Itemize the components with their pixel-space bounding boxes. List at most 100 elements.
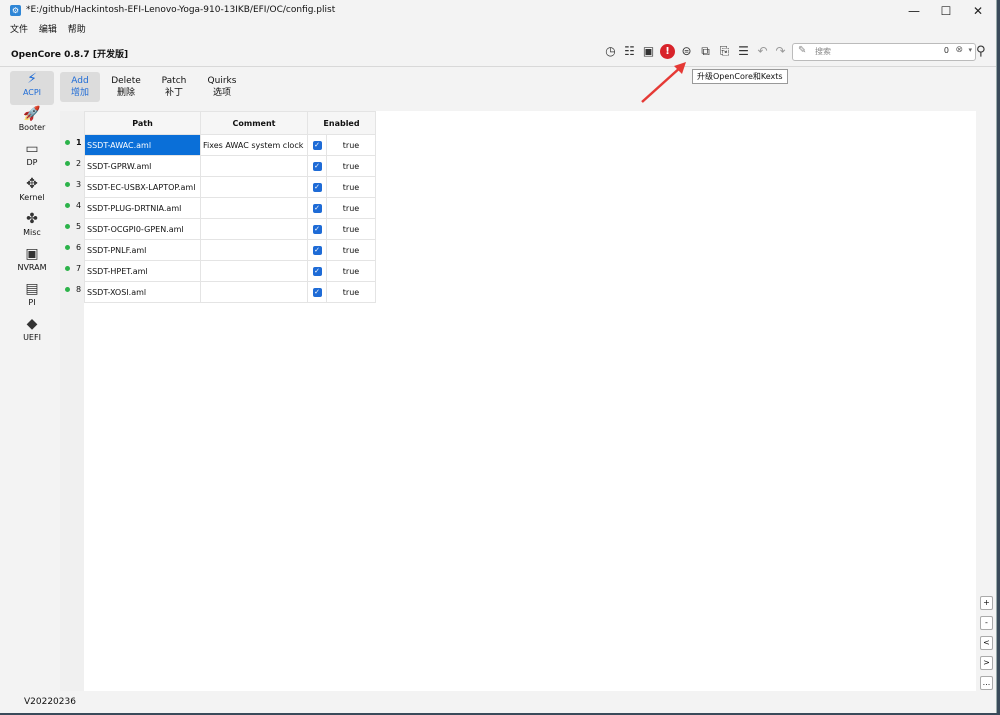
checkbox-checked-icon[interactable]: ✓ [312,203,322,213]
chevron-down-icon[interactable]: ▾ [968,46,972,54]
tab-patch[interactable]: Patch 补丁 [154,72,194,102]
lightning-icon: ⚡ [27,71,37,87]
table-row[interactable]: SSDT-OCGPI0-GPEN.aml ✓ true [84,218,376,240]
cell-checkbox[interactable]: ✓ [307,239,327,261]
cell-checkbox[interactable]: ✓ [307,176,327,198]
table-row[interactable]: SSDT-GPRW.aml ✓ true [84,155,376,177]
checkbox-checked-icon[interactable]: ✓ [312,161,322,171]
cell-enabled: true [326,218,376,240]
save-icon[interactable]: ▣ [641,44,656,59]
cell-path[interactable]: SSDT-EC-USBX-LAPTOP.aml [84,176,201,198]
cell-checkbox[interactable]: ✓ [307,281,327,303]
red-arrow-annotation [641,62,686,103]
row-number: 6 [76,243,82,252]
table-row[interactable]: SSDT-EC-USBX-LAPTOP.aml ✓ true [84,176,376,198]
sidebar-item-booter[interactable]: 🚀 Booter [10,106,54,140]
sidebar-item-label: UEFI [23,333,41,342]
checkbox-checked-icon[interactable]: ✓ [312,266,322,276]
status-dot-icon [65,140,70,145]
remove-row-button[interactable]: - [980,616,993,630]
table-row[interactable]: SSDT-PNLF.aml ✓ true [84,239,376,261]
cell-checkbox[interactable]: ✓ [307,134,327,156]
move-left-button[interactable]: < [980,636,993,650]
tab-label-en: Delete [111,76,141,86]
checkbox-checked-icon[interactable]: ✓ [312,245,322,255]
sidebar-item-kernel[interactable]: ✥ Kernel [10,176,54,210]
add-row-button[interactable]: + [980,596,993,610]
paste-icon[interactable]: ⎘ [717,44,732,59]
menu-bar: 文件 编辑 帮助 [0,22,996,38]
row-indicator: 4 [60,195,84,216]
sidebar-item-label: PI [28,298,36,307]
clear-icon[interactable]: ⊗ [955,45,963,55]
database-icon[interactable]: ☰ [736,44,751,59]
sidebar-item-acpi[interactable]: ⚡ ACPI [10,71,54,105]
cell-path[interactable]: SSDT-HPET.aml [84,260,201,282]
redo-icon[interactable]: ↷ [773,44,788,59]
cell-checkbox[interactable]: ✓ [307,260,327,282]
checkbox-checked-icon[interactable]: ✓ [312,224,322,234]
more-button[interactable]: ... [980,676,993,690]
sidebar-item-dp[interactable]: ▭ DP [10,141,54,175]
sidebar-item-misc[interactable]: ✤ Misc [10,211,54,245]
checkbox-checked-icon[interactable]: ✓ [312,140,322,150]
upgrade-icon[interactable]: ⊜ [679,44,694,59]
table-row[interactable]: SSDT-PLUG-DRTNIA.aml ✓ true [84,197,376,219]
header-enabled[interactable]: Enabled [307,111,376,135]
checkbox-checked-icon[interactable]: ✓ [312,182,322,192]
list-icon[interactable]: ☷ [622,44,637,59]
undo-icon[interactable]: ↶ [755,44,770,59]
checkbox-checked-icon[interactable]: ✓ [312,287,322,297]
cell-comment[interactable] [200,260,308,282]
table-row[interactable]: SSDT-XOSI.aml ✓ true [84,281,376,303]
sidebar-item-uefi[interactable]: ◆ UEFI [10,316,54,350]
cell-comment[interactable]: Fixes AWAC system clock [200,134,308,156]
tab-label-en: Quirks [207,76,237,86]
cell-enabled: true [326,260,376,282]
tab-add[interactable]: Add 增加 [60,72,100,102]
menu-help[interactable]: 帮助 [68,22,86,38]
search-icon[interactable]: ⚲ [976,44,986,59]
cell-comment[interactable] [200,239,308,261]
row-number: 1 [76,138,82,147]
row-indicator: 1 [60,132,84,153]
move-right-button[interactable]: > [980,656,993,670]
cell-path[interactable]: SSDT-PNLF.aml [84,239,201,261]
minimize-button[interactable]: — [897,2,931,20]
close-button[interactable]: ✕ [961,2,995,20]
row-number: 4 [76,201,82,210]
header-path[interactable]: Path [84,111,201,135]
header-comment[interactable]: Comment [200,111,308,135]
sidebar-item-pi[interactable]: ▤ PI [10,281,54,315]
menu-file[interactable]: 文件 [10,22,28,38]
clock-icon[interactable]: ◷ [603,44,618,59]
copy-icon[interactable]: ⧉ [698,44,713,59]
menu-edit[interactable]: 编辑 [39,22,57,38]
cell-comment[interactable] [200,155,308,177]
cell-comment[interactable] [200,176,308,198]
cell-comment[interactable] [200,218,308,240]
sidebar-item-label: ACPI [22,88,42,97]
table-row[interactable]: SSDT-HPET.aml ✓ true [84,260,376,282]
cell-checkbox[interactable]: ✓ [307,155,327,177]
error-icon[interactable]: ! [660,44,675,59]
cell-path[interactable]: SSDT-GPRW.aml [84,155,201,177]
cell-enabled: true [326,239,376,261]
cell-checkbox[interactable]: ✓ [307,218,327,240]
cell-path[interactable]: SSDT-OCGPI0-GPEN.aml [84,218,201,240]
maximize-button[interactable]: ☐ [929,2,963,20]
search-box[interactable]: ✎ 搜索 0 ⊗ ▾ [792,43,976,61]
rocket-icon: 🚀 [23,106,41,122]
tab-label-zh: 增加 [70,88,89,98]
cell-path[interactable]: SSDT-AWAC.aml [84,134,201,156]
table-row[interactable]: SSDT-AWAC.aml Fixes AWAC system clock ✓ tru… [84,134,376,156]
cell-path[interactable]: SSDT-XOSI.aml [84,281,201,303]
cell-comment[interactable] [200,281,308,303]
cell-checkbox[interactable]: ✓ [307,197,327,219]
sidebar-item-nvram[interactable]: ▣ NVRAM [10,246,54,280]
cell-comment[interactable] [200,197,308,219]
tab-quirks[interactable]: Quirks 选项 [200,72,244,102]
status-dot-icon [65,203,70,208]
tab-delete[interactable]: Delete 删除 [106,72,146,102]
cell-path[interactable]: SSDT-PLUG-DRTNIA.aml [84,197,201,219]
